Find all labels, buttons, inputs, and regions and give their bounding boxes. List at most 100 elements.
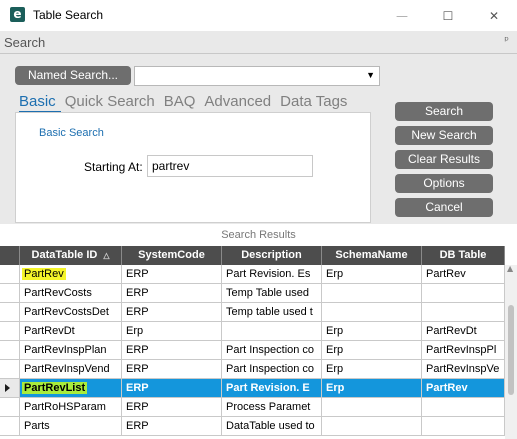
column-header-datatable-id[interactable]: DataTable ID △ — [20, 246, 122, 265]
cancel-button[interactable]: Cancel — [395, 198, 493, 217]
cell-description[interactable]: Temp Table used — [222, 284, 322, 303]
cell-db-table[interactable] — [422, 398, 505, 417]
row-indicator[interactable] — [0, 417, 20, 436]
new-search-button[interactable]: New Search — [395, 126, 493, 145]
search-results-title: Search Results — [221, 229, 296, 241]
cell-datatable-id[interactable]: PartRevDt — [20, 322, 122, 341]
cell-db-table[interactable]: PartRev — [422, 265, 505, 284]
starting-at-input[interactable]: partrev — [147, 155, 313, 177]
cell-db-table[interactable] — [422, 417, 505, 436]
cell-description[interactable]: Temp table used t — [222, 303, 322, 322]
minimize-button[interactable]: — — [379, 0, 425, 31]
cell-description[interactable]: Part Revision. E — [222, 379, 322, 398]
cell-db-table[interactable]: PartRev — [422, 379, 505, 398]
cell-schemaname[interactable]: Erp — [322, 322, 422, 341]
cell-datatable-id[interactable]: PartRevCostsDet — [20, 303, 122, 322]
cell-db-table[interactable]: PartRevInspVe — [422, 360, 505, 379]
named-search-button[interactable]: Named Search... — [15, 66, 131, 85]
cell-datatable-id[interactable]: PartRevInspPlan — [20, 341, 122, 360]
options-button[interactable]: Options — [395, 174, 493, 193]
row-indicator[interactable] — [0, 303, 20, 322]
scroll-up-icon[interactable]: ▲ — [507, 264, 513, 273]
cell-systemcode-text: ERP — [126, 382, 149, 394]
search-tabs: Basic Quick Search BAQ Advanced Data Tags — [19, 93, 356, 110]
basic-search-label: Basic Search — [39, 127, 104, 139]
cell-description[interactable]: DataTable used to — [222, 417, 322, 436]
cell-schemaname[interactable]: Erp — [322, 360, 422, 379]
cell-systemcode[interactable]: ERP — [122, 379, 222, 398]
tab-basic[interactable]: Basic — [19, 93, 56, 110]
cell-schemaname[interactable]: Erp — [322, 341, 422, 360]
tab-baq[interactable]: BAQ — [164, 93, 196, 110]
close-button[interactable]: ✕ — [471, 0, 517, 31]
scrollbar-thumb[interactable] — [508, 305, 514, 395]
table-row[interactable]: Parts ERP DataTable used to — [0, 417, 517, 436]
pin-icon[interactable]: ᵖ — [504, 34, 509, 47]
table-row[interactable]: PartRevCosts ERP Temp Table used — [0, 284, 517, 303]
named-search-dropdown[interactable]: ▼ — [134, 66, 380, 86]
table-row[interactable]: PartRevInspVend ERP Part Inspection co Erp P… — [0, 360, 517, 379]
cell-systemcode[interactable]: ERP — [122, 341, 222, 360]
cell-db-table[interactable]: PartRevInspPl — [422, 341, 505, 360]
panel-divider — [0, 53, 517, 54]
cell-systemcode[interactable]: ERP — [122, 360, 222, 379]
cell-datatable-id[interactable]: Parts — [20, 417, 122, 436]
cell-datatable-id[interactable]: PartRev — [20, 265, 122, 284]
vertical-scrollbar[interactable]: ▲ — [505, 264, 517, 439]
tab-quick-search[interactable]: Quick Search — [65, 93, 155, 110]
cell-schemaname[interactable] — [322, 417, 422, 436]
cell-systemcode-text: ERP — [126, 268, 149, 280]
table-row[interactable]: PartRevList ERP Part Revision. E Erp PartRev — [0, 379, 517, 398]
cell-db-table[interactable] — [422, 284, 505, 303]
cell-systemcode[interactable]: ERP — [122, 284, 222, 303]
cell-schemaname[interactable]: Erp — [322, 379, 422, 398]
cell-datatable-id[interactable]: PartRevCosts — [20, 284, 122, 303]
row-indicator[interactable] — [0, 360, 20, 379]
cell-db-table-text: PartRevInspPl — [426, 344, 497, 356]
cell-schemaname[interactable] — [322, 303, 422, 322]
cell-datatable-id[interactable]: PartRevList — [20, 379, 122, 398]
table-row[interactable]: PartRevDt Erp Erp PartRevDt — [0, 322, 517, 341]
column-header-description[interactable]: Description — [222, 246, 322, 265]
cell-systemcode[interactable]: ERP — [122, 417, 222, 436]
cell-datatable-id[interactable]: PartRevInspVend — [20, 360, 122, 379]
cell-description[interactable]: Process Paramet — [222, 398, 322, 417]
cell-systemcode[interactable]: ERP — [122, 398, 222, 417]
row-indicator[interactable] — [0, 379, 20, 398]
row-indicator[interactable] — [0, 398, 20, 417]
table-row[interactable]: PartRoHSParam ERP Process Paramet — [0, 398, 517, 417]
cell-description[interactable] — [222, 322, 322, 341]
cell-datatable-id-text: PartRev — [22, 268, 66, 280]
starting-at-label: Starting At: — [84, 160, 143, 174]
table-row[interactable]: PartRev ERP Part Revision. Es Erp PartRev — [0, 265, 517, 284]
maximize-button[interactable]: ☐ — [425, 0, 471, 31]
cell-schemaname[interactable]: Erp — [322, 265, 422, 284]
column-header-systemcode[interactable]: SystemCode — [122, 246, 222, 265]
row-indicator[interactable] — [0, 341, 20, 360]
cell-schemaname[interactable] — [322, 398, 422, 417]
cell-systemcode[interactable]: ERP — [122, 303, 222, 322]
tab-advanced[interactable]: Advanced — [204, 93, 271, 110]
cell-description[interactable]: Part Inspection co — [222, 360, 322, 379]
cell-db-table[interactable] — [422, 303, 505, 322]
cell-systemcode[interactable]: Erp — [122, 322, 222, 341]
cell-schemaname-text: Erp — [326, 344, 344, 356]
cell-description-text: Temp Table used — [226, 287, 309, 299]
row-indicator[interactable] — [0, 322, 20, 341]
search-button[interactable]: Search — [395, 102, 493, 121]
table-row[interactable]: PartRevCostsDet ERP Temp table used t — [0, 303, 517, 322]
row-indicator[interactable] — [0, 284, 20, 303]
cell-db-table[interactable]: PartRevDt — [422, 322, 505, 341]
row-indicator[interactable] — [0, 265, 20, 284]
cell-systemcode[interactable]: ERP — [122, 265, 222, 284]
clear-results-button[interactable]: Clear Results — [395, 150, 493, 169]
cell-description[interactable]: Part Inspection co — [222, 341, 322, 360]
column-header-db-table[interactable]: DB Table — [422, 246, 505, 265]
cell-datatable-id[interactable]: PartRoHSParam — [20, 398, 122, 417]
cell-description[interactable]: Part Revision. Es — [222, 265, 322, 284]
column-header-schemaname[interactable]: SchemaName — [322, 246, 422, 265]
cell-description-text: Temp table used t — [226, 306, 313, 318]
tab-data-tags[interactable]: Data Tags — [280, 93, 347, 110]
table-row[interactable]: PartRevInspPlan ERP Part Inspection co Erp P… — [0, 341, 517, 360]
cell-schemaname[interactable] — [322, 284, 422, 303]
